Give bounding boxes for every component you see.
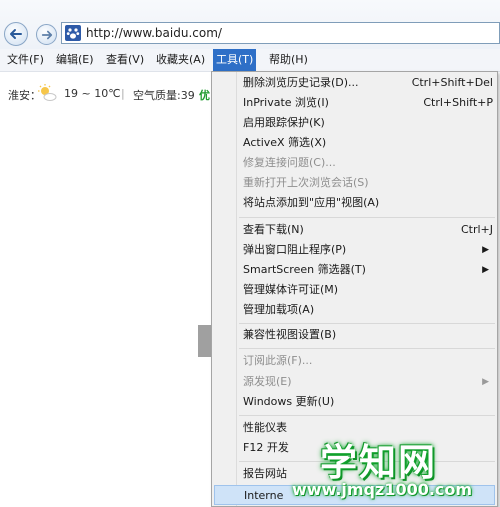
- menu-item-delete-history[interactable]: 删除浏览历史记录(D)... Ctrl+Shift+Del: [214, 73, 495, 93]
- watermark-logo: 学知网: [320, 441, 437, 484]
- menu-item-label: 兼容性视图设置(B): [243, 328, 337, 341]
- menu-item-subscribe-feed: 订阅此源(F)...: [214, 351, 495, 371]
- menu-item-view-downloads[interactable]: 查看下载(N) Ctrl+J: [214, 220, 495, 240]
- forward-button[interactable]: [36, 24, 57, 45]
- menu-item-label: Windows 更新(U): [243, 395, 335, 408]
- weather-divider: |: [121, 87, 125, 100]
- menu-separator: [239, 323, 495, 324]
- menu-tools[interactable]: 工具(T): [213, 49, 257, 71]
- menu-item-label: InPrivate 浏览(I): [243, 96, 329, 109]
- menu-item-media-license[interactable]: 管理媒体许可证(M): [214, 280, 495, 300]
- scrollbar-thumb[interactable]: [198, 325, 212, 357]
- air-quality-status: 优: [199, 89, 210, 102]
- menu-separator: [239, 348, 495, 349]
- menu-item-shortcut: Ctrl+Shift+Del: [411, 76, 493, 89]
- menu-item-windows-update[interactable]: Windows 更新(U): [214, 392, 495, 412]
- menu-help[interactable]: 帮助(H): [266, 49, 311, 71]
- menu-separator: [239, 217, 495, 218]
- menu-view[interactable]: 查看(V): [103, 49, 147, 71]
- menu-file[interactable]: 文件(F): [4, 49, 47, 71]
- back-button[interactable]: [4, 22, 28, 46]
- menu-item-popup-blocker[interactable]: 弹出窗口阻止程序(P) ▶: [214, 240, 495, 260]
- menu-item-feed-discovery: 源发现(E) ▶: [214, 372, 495, 392]
- menu-item-label: 源发现(E): [243, 375, 292, 388]
- menu-item-label: 删除浏览历史记录(D)...: [243, 76, 359, 89]
- menu-item-manage-addons[interactable]: 管理加载项(A): [214, 300, 495, 320]
- menu-bar: 文件(F) 编辑(E) 查看(V) 收藏夹(A) 工具(T) 帮助(H): [0, 49, 500, 72]
- menu-item-reopen-session: 重新打开上次浏览会话(S): [214, 173, 495, 193]
- menu-item-label: F12 开发: [243, 441, 289, 454]
- browser-toolbar: http://www.baidu.com/: [0, 0, 500, 49]
- menu-item-add-site-apps[interactable]: 将站点添加到"应用"视图(A): [214, 193, 495, 213]
- menu-item-activex[interactable]: ActiveX 筛选(X): [214, 133, 495, 153]
- menu-item-label: Interne: [244, 489, 284, 502]
- menu-item-label: 修复连接问题(C)...: [243, 156, 336, 169]
- partly-sunny-icon: [38, 84, 57, 101]
- menu-item-compat-view[interactable]: 兼容性视图设置(B): [214, 325, 495, 345]
- menu-item-tracking-protection[interactable]: 启用跟踪保护(K): [214, 113, 495, 133]
- menu-item-label: 重新打开上次浏览会话(S): [243, 176, 369, 189]
- menu-item-label: 管理加载项(A): [243, 303, 315, 316]
- menu-item-inprivate[interactable]: InPrivate 浏览(I) Ctrl+Shift+P: [214, 93, 495, 113]
- menu-item-label: 管理媒体许可证(M): [243, 283, 339, 296]
- forward-arrow-icon: [41, 30, 52, 39]
- menu-item-label: SmartScreen 筛选器(T): [243, 263, 366, 276]
- menu-item-label: 启用跟踪保护(K): [243, 116, 325, 129]
- submenu-arrow-icon: ▶: [482, 245, 489, 255]
- submenu-arrow-icon: ▶: [482, 377, 489, 387]
- menu-item-label: 弹出窗口阻止程序(P): [243, 243, 347, 256]
- baidu-paw-icon: [65, 25, 81, 41]
- menu-separator: [239, 415, 495, 416]
- menu-item-shortcut: Ctrl+Shift+P: [423, 96, 493, 109]
- address-url[interactable]: http://www.baidu.com/: [86, 26, 222, 40]
- menu-item-fix-connection: 修复连接问题(C)...: [214, 153, 495, 173]
- weather-temp: 19 ~ 10℃: [64, 87, 121, 100]
- menu-item-label: 将站点添加到"应用"视图(A): [243, 196, 380, 209]
- menu-item-label: 报告网站: [243, 467, 287, 480]
- menu-item-label: 查看下载(N): [243, 223, 304, 236]
- menu-item-shortcut: Ctrl+J: [460, 223, 493, 236]
- air-quality-label: 空气质量:39: [133, 89, 195, 102]
- menu-item-smartscreen[interactable]: SmartScreen 筛选器(T) ▶: [214, 260, 495, 280]
- menu-item-label: 订阅此源(F)...: [243, 354, 313, 367]
- address-bar[interactable]: http://www.baidu.com/: [61, 22, 500, 44]
- submenu-arrow-icon: ▶: [482, 265, 489, 275]
- weather-widget: 淮安： 19 ~ 10℃ | 空气质量:39 优: [0, 81, 210, 105]
- menu-item-label: 性能仪表: [243, 421, 287, 434]
- watermark-url: www.jmqz1000.com: [292, 480, 473, 499]
- menu-item-label: ActiveX 筛选(X): [243, 136, 327, 149]
- menu-edit[interactable]: 编辑(E): [53, 49, 97, 71]
- menu-favorites[interactable]: 收藏夹(A): [153, 49, 208, 71]
- back-arrow-icon: [10, 29, 22, 39]
